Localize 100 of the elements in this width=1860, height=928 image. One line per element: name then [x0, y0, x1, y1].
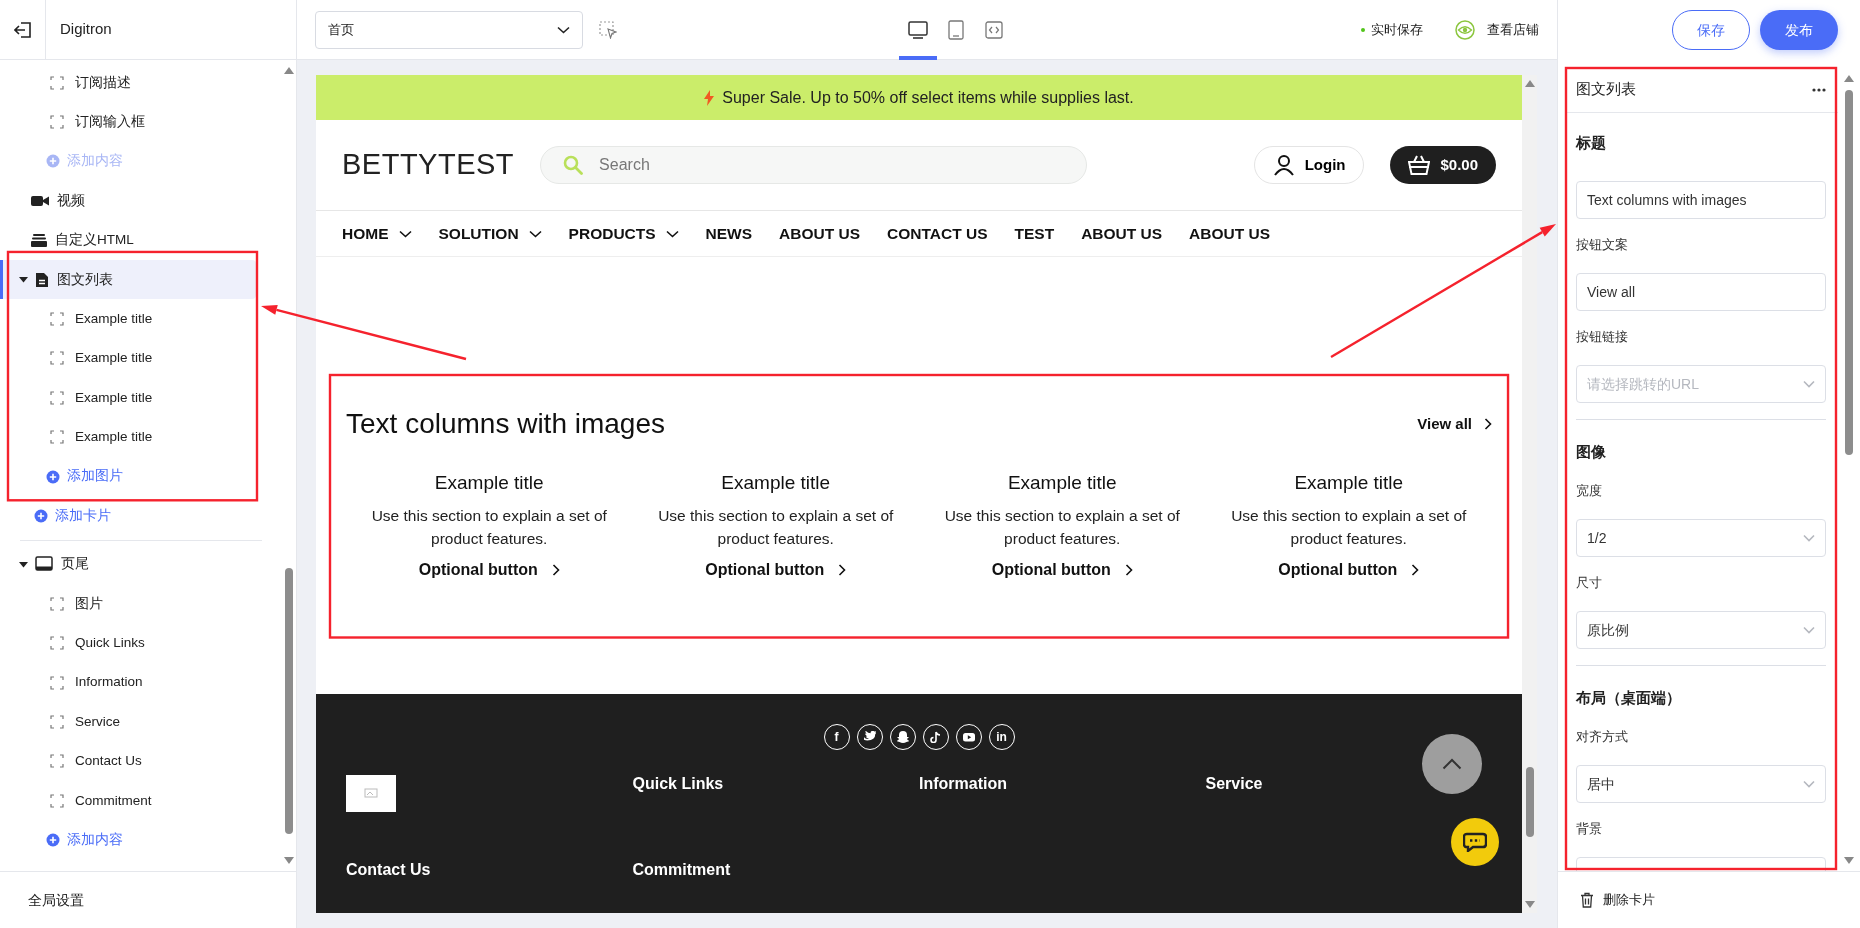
cart-button[interactable]: $0.00 — [1390, 146, 1497, 184]
footer-heading: Quick Links — [632, 773, 725, 794]
publish-button[interactable]: 发布 — [1760, 10, 1838, 50]
nav-link[interactable]: HOME — [342, 221, 412, 246]
page-select[interactable]: 首页 — [315, 10, 583, 49]
delete-card-link[interactable]: 删除卡片 — [1603, 890, 1655, 910]
outline-item[interactable]: Example title — [0, 338, 282, 379]
more-options-icon[interactable] — [1812, 88, 1826, 92]
scroll-up-arrow-icon[interactable] — [1844, 74, 1854, 82]
outline-section[interactable]: 图文列表 — [0, 259, 256, 300]
outline-item[interactable]: Example title — [0, 378, 282, 418]
field-label: 按钮文案 — [1576, 236, 1629, 254]
store-logo[interactable]: BETTYTEST — [342, 143, 515, 187]
login-button[interactable]: Login — [1253, 146, 1365, 184]
panel-title: 图文列表 — [1576, 80, 1636, 100]
view-store-link[interactable]: 查看店铺 — [1487, 19, 1539, 40]
chevron-up-icon — [1442, 757, 1462, 770]
outline-item[interactable]: Contact Us — [0, 741, 282, 782]
bracket-icon — [50, 390, 64, 405]
scroll-down-arrow-icon[interactable] — [1844, 857, 1854, 865]
nav-link[interactable]: CONTACT US — [887, 221, 988, 246]
scroll-up-arrow-icon[interactable] — [1524, 79, 1535, 87]
scroll-up-arrow-icon[interactable] — [284, 66, 294, 74]
chevron-right-icon — [1124, 563, 1133, 576]
add-link[interactable]: 添加图片 — [0, 456, 282, 497]
column-text: Use this section to explain a set of product features. — [943, 505, 1181, 549]
nav-link[interactable]: TEST — [1014, 221, 1055, 246]
scroll-down-arrow-icon[interactable] — [1524, 901, 1535, 909]
video-camera-icon — [31, 193, 49, 208]
music-note-icon — [929, 730, 942, 743]
bracket-icon — [50, 793, 64, 808]
outline-item[interactable]: 图片 — [0, 584, 282, 624]
chevron-down-icon — [1803, 780, 1815, 788]
scrollbar-thumb[interactable] — [285, 568, 293, 834]
bracket-icon — [50, 351, 64, 366]
dropdown-field[interactable]: 1/2 — [1576, 519, 1826, 557]
outline-item[interactable]: Quick Links — [0, 623, 282, 663]
nav-link[interactable]: SOLUTION — [438, 221, 542, 246]
outline-item[interactable]: Service — [0, 702, 282, 742]
bracket-icon — [50, 675, 64, 690]
section-title: Text columns with images — [346, 407, 665, 441]
add-link[interactable]: 添加内容 — [0, 820, 282, 860]
autosave-status: 实时保存 — [1361, 19, 1423, 40]
caret-down-icon[interactable] — [19, 559, 28, 569]
view-all-link[interactable]: View all — [1417, 412, 1493, 436]
nav-link[interactable]: ABOUT US — [1081, 221, 1163, 246]
bracket-icon — [50, 636, 64, 651]
announcement-text: Super Sale. Up to 50% off select items while supplies last. — [722, 87, 1134, 108]
field-label: 按钮链接 — [1576, 328, 1629, 346]
save-button[interactable]: 保存 — [1672, 10, 1750, 50]
chat-button[interactable] — [1451, 817, 1499, 866]
dropdown-field[interactable]: 居中 — [1576, 765, 1826, 803]
outline-section[interactable]: 视频 — [0, 181, 282, 221]
text-field[interactable]: View all — [1576, 273, 1826, 311]
optional-button-link[interactable]: Optional button — [418, 557, 560, 582]
plus-circle-icon — [46, 833, 60, 848]
select-area-icon[interactable] — [599, 20, 617, 39]
bracket-icon — [50, 596, 64, 611]
optional-button-link[interactable]: Optional button — [991, 557, 1133, 582]
bracket-icon — [50, 430, 64, 445]
optional-button-link[interactable]: Optional button — [1278, 557, 1420, 582]
nav-link[interactable]: NEWS — [705, 221, 753, 246]
document-icon — [35, 271, 49, 288]
caret-down-icon[interactable] — [19, 275, 28, 285]
scroll-down-arrow-icon[interactable] — [284, 857, 294, 865]
app-name: Digitron — [60, 19, 112, 40]
outline-item[interactable]: 订阅描述 — [0, 63, 282, 103]
search-field[interactable]: Search — [597, 152, 1065, 178]
search-bar[interactable]: Search — [540, 146, 1088, 184]
outline-item[interactable]: Example title — [0, 299, 282, 339]
bracket-icon — [50, 312, 64, 327]
chevron-down-icon — [557, 25, 570, 34]
outline-item[interactable]: Commitment — [0, 781, 282, 821]
footer-heading: Contact Us — [346, 859, 432, 880]
scrollbar-thumb[interactable] — [1525, 767, 1534, 837]
plus-circle-icon — [46, 154, 60, 169]
scrollbar-thumb[interactable] — [1845, 90, 1853, 455]
broken-image-icon — [364, 788, 378, 798]
outline-section[interactable]: 页尾 — [0, 544, 282, 585]
global-settings-link[interactable]: 全局设置 — [0, 871, 296, 928]
outline-item[interactable]: Example title — [0, 417, 282, 457]
lightning-bolt-icon — [704, 89, 715, 106]
tablet-icon — [948, 19, 964, 40]
chevron-right-icon — [1484, 418, 1493, 430]
basket-icon — [1408, 155, 1431, 175]
chat-bubble-icon — [1463, 831, 1487, 852]
outline-item[interactable]: 订阅输入框 — [0, 102, 282, 142]
add-link[interactable]: 添加卡片 — [0, 496, 282, 536]
text-field[interactable]: Text columns with images — [1576, 181, 1826, 219]
outline-item[interactable]: Information — [0, 662, 282, 703]
dropdown-field[interactable]: 原比例 — [1576, 611, 1826, 649]
nav-link[interactable]: PRODUCTS — [568, 221, 679, 246]
chevron-right-icon — [838, 563, 847, 576]
exit-icon[interactable] — [13, 20, 32, 39]
column-title: Example title — [1007, 471, 1117, 495]
nav-link[interactable]: ABOUT US — [1189, 221, 1271, 246]
bracket-icon — [50, 75, 64, 90]
nav-link[interactable]: ABOUT US — [779, 221, 861, 246]
outline-section[interactable]: 自定义HTML — [0, 220, 282, 260]
optional-button-link[interactable]: Optional button — [705, 557, 847, 582]
